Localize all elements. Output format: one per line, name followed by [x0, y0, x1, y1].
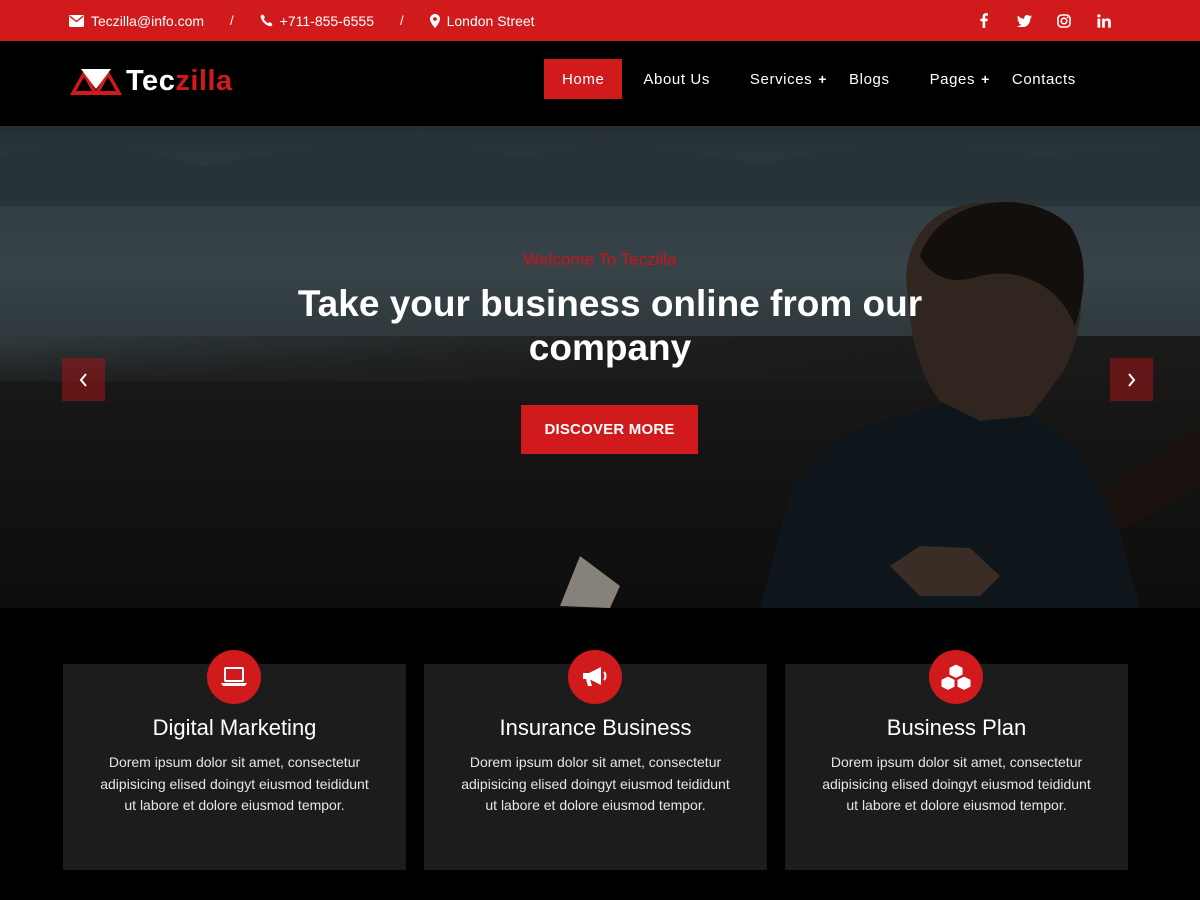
- logo-mark-icon: [70, 69, 122, 95]
- twitter-icon[interactable]: [1016, 13, 1032, 29]
- logo[interactable]: Teczilla: [70, 65, 233, 97]
- service-title: Business Plan: [886, 715, 1027, 740]
- contact-info: Teczilla@info.com / +711-855-6555 / Lond…: [69, 0, 535, 41]
- address-link[interactable]: London Street: [429, 12, 535, 29]
- main-header: Teczilla Home About Us Services + Blogs P…: [0, 41, 1200, 126]
- slider-next-button[interactable]: [1110, 358, 1153, 401]
- hero-title: Take your business online from our compa…: [297, 283, 923, 368]
- phone-icon: [260, 14, 273, 27]
- brand-name: Teczilla: [126, 65, 233, 98]
- map-marker-icon: [429, 13, 440, 28]
- nav-contacts[interactable]: Contacts: [1012, 59, 1076, 99]
- chevron-right-icon: [1128, 372, 1136, 387]
- service-card-insurance-business[interactable]: Insurance Business Dorem ipsum dolor sit…: [424, 650, 767, 870]
- dropdown-plus-icon: +: [818, 71, 828, 87]
- social-links: [952, 0, 1112, 41]
- megaphone-icon: [568, 650, 622, 704]
- nav-blogs[interactable]: Blogs: [849, 59, 890, 99]
- nav-label: Contacts: [1011, 70, 1076, 88]
- chevron-left-icon: [79, 372, 87, 387]
- nav-label: Blogs: [849, 70, 890, 88]
- cubes-icon: [929, 650, 983, 704]
- hero-subtitle: Welcome To Teczilla: [523, 250, 677, 269]
- brand-name-red: zilla: [175, 64, 233, 97]
- nav-about-us[interactable]: About Us: [643, 59, 710, 99]
- nav-label: Home: [562, 70, 605, 88]
- separator: /: [399, 13, 404, 28]
- laptop-icon: [207, 650, 261, 704]
- service-title: Digital Marketing: [152, 715, 317, 740]
- facebook-icon[interactable]: [976, 13, 992, 29]
- service-description: Dorem ipsum dolor sit amet, consectetur …: [100, 754, 369, 814]
- service-description: Dorem ipsum dolor sit amet, consectetur …: [822, 754, 1091, 814]
- email-link[interactable]: Teczilla@info.com: [69, 13, 204, 29]
- nav-label: Pages: [929, 70, 976, 88]
- brand-name-white: Tec: [126, 64, 176, 97]
- nav-pages[interactable]: Pages +: [930, 59, 990, 99]
- slider-prev-button[interactable]: [62, 358, 105, 401]
- nav-label: About Us: [643, 70, 710, 88]
- main-nav: Home About Us Services + Blogs Pages + Con…: [544, 59, 1076, 99]
- service-card-business-plan[interactable]: Business Plan Dorem ipsum dolor sit amet…: [785, 650, 1128, 870]
- hero-slider: Welcome To Teczilla Take your business o…: [0, 126, 1200, 608]
- envelope-icon: [69, 14, 84, 27]
- dropdown-plus-icon: +: [981, 71, 990, 87]
- discover-more-button[interactable]: DISCOVER MORE: [521, 405, 698, 454]
- instagram-icon[interactable]: [1056, 13, 1072, 29]
- nav-services[interactable]: Services +: [750, 59, 827, 99]
- separator: /: [230, 13, 234, 28]
- phone-text: +711-855-6555: [279, 12, 374, 29]
- service-card-digital-marketing[interactable]: Digital Marketing Dorem ipsum dolor sit …: [63, 650, 406, 870]
- nav-home[interactable]: Home: [544, 59, 623, 99]
- service-title: Insurance Business: [499, 715, 692, 740]
- top-bar: Teczilla@info.com / +711-855-6555 / Lond…: [0, 0, 1200, 41]
- service-description: Dorem ipsum dolor sit amet, consectetur …: [461, 754, 730, 814]
- address-text: London Street: [446, 12, 535, 29]
- services-section: Digital Marketing Dorem ipsum dolor sit …: [0, 608, 1200, 900]
- nav-label: Services: [749, 70, 813, 88]
- phone-link[interactable]: +711-855-6555: [260, 13, 374, 29]
- linkedin-icon[interactable]: [1096, 13, 1112, 29]
- email-text: Teczilla@info.com: [91, 12, 205, 29]
